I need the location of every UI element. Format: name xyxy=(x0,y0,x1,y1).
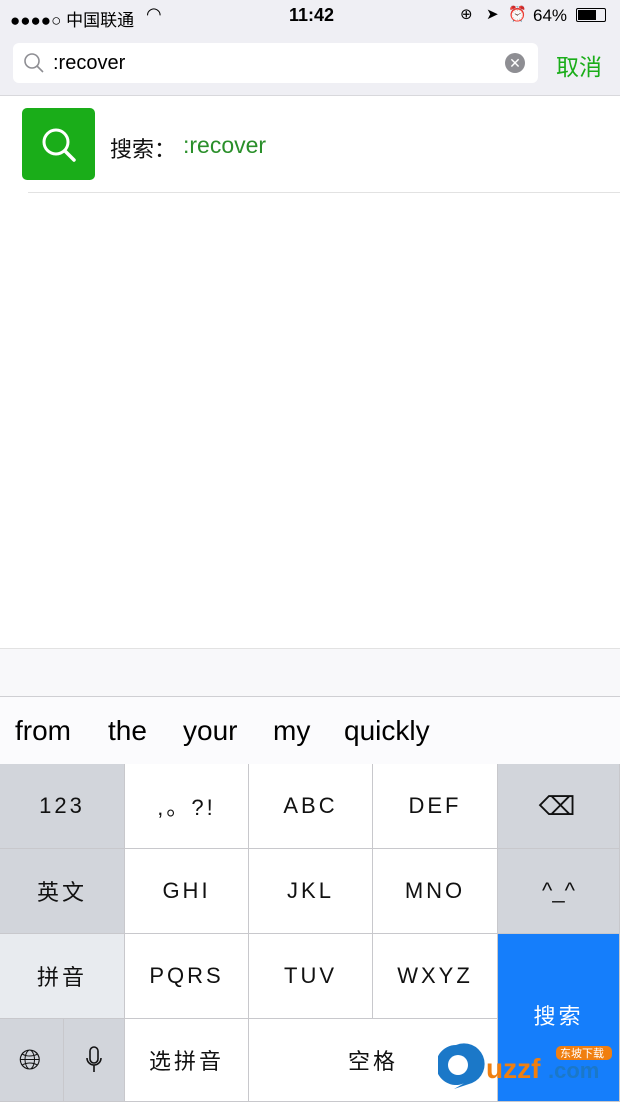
key-globe[interactable]: 🌐︎ xyxy=(0,1019,64,1102)
search-input[interactable]: :recover ✕ xyxy=(13,43,538,83)
suggestion-item[interactable]: from xyxy=(15,715,71,747)
svg-text:东坡下载: 东坡下载 xyxy=(560,1047,604,1060)
time: 11:42 xyxy=(289,5,335,25)
key-wxyz[interactable]: WXYZ xyxy=(373,934,498,1019)
search-text: :recover xyxy=(53,52,126,74)
key-def[interactable]: DEF xyxy=(373,764,498,849)
key-english[interactable]: 英文 xyxy=(0,849,125,934)
battery-icon xyxy=(576,8,606,22)
globe-icon: 🌐︎ xyxy=(18,1043,45,1075)
search-bar: :recover ✕ 取消 xyxy=(0,32,620,96)
suggestion-item[interactable]: your xyxy=(183,715,237,747)
key-mno[interactable]: MNO xyxy=(373,849,498,934)
key-ghi[interactable]: GHI xyxy=(125,849,249,934)
suggestion-item[interactable]: quickly xyxy=(344,715,430,747)
result-prefix: 搜索： xyxy=(110,137,177,162)
key-tuv[interactable]: TUV xyxy=(249,934,373,1019)
svg-text:.com: .com xyxy=(548,1058,599,1083)
alarm-icon: ⏰ xyxy=(508,6,527,23)
rotation-lock-icon: ⊕ xyxy=(460,6,473,23)
cancel-button[interactable]: 取消 xyxy=(556,48,602,82)
result-query: :recover xyxy=(183,132,267,158)
keyboard-accessory-bar xyxy=(0,648,620,696)
key-mic[interactable] xyxy=(64,1019,125,1102)
key-pqrs[interactable]: PQRS xyxy=(125,934,249,1019)
key-jkl[interactable]: JKL xyxy=(249,849,373,934)
status-bar: ●●●●○ 中国联通 ◠ 11:42 ⊕ ➤ ⏰ 64% xyxy=(0,0,620,32)
backspace-key[interactable]: ⌫ xyxy=(498,764,620,849)
suggestion-bar: from the your my quickly xyxy=(0,696,620,764)
key-pinyin[interactable]: 拼音 xyxy=(0,934,125,1019)
microphone-icon xyxy=(86,1046,102,1072)
key-emoji[interactable]: ^_^ xyxy=(498,849,620,934)
wifi-icon: ◠ xyxy=(146,4,162,24)
suggestion-item[interactable]: the xyxy=(108,715,147,747)
key-select-pinyin[interactable]: 选拼音 xyxy=(125,1019,249,1102)
battery-percent: 64% xyxy=(533,6,568,25)
backspace-icon: ⌫ xyxy=(538,790,579,821)
carrier: ●●●●○ 中国联通 xyxy=(10,11,135,30)
search-result-item[interactable]: 搜索： :recover xyxy=(0,96,620,193)
key-punct[interactable]: ,。?! xyxy=(125,764,249,849)
location-icon: ➤ xyxy=(486,6,499,23)
search-result-icon xyxy=(22,108,95,180)
key-123[interactable]: 123 xyxy=(0,764,125,849)
svg-text:uzzf: uzzf xyxy=(486,1053,541,1084)
key-abc[interactable]: ABC xyxy=(249,764,373,849)
suggestion-item[interactable]: my xyxy=(273,715,310,747)
clear-icon[interactable]: ✕ xyxy=(505,53,525,73)
search-icon xyxy=(24,53,44,73)
watermark-logo: uzzf .com 东坡下载 xyxy=(436,1040,618,1090)
divider xyxy=(28,192,620,193)
